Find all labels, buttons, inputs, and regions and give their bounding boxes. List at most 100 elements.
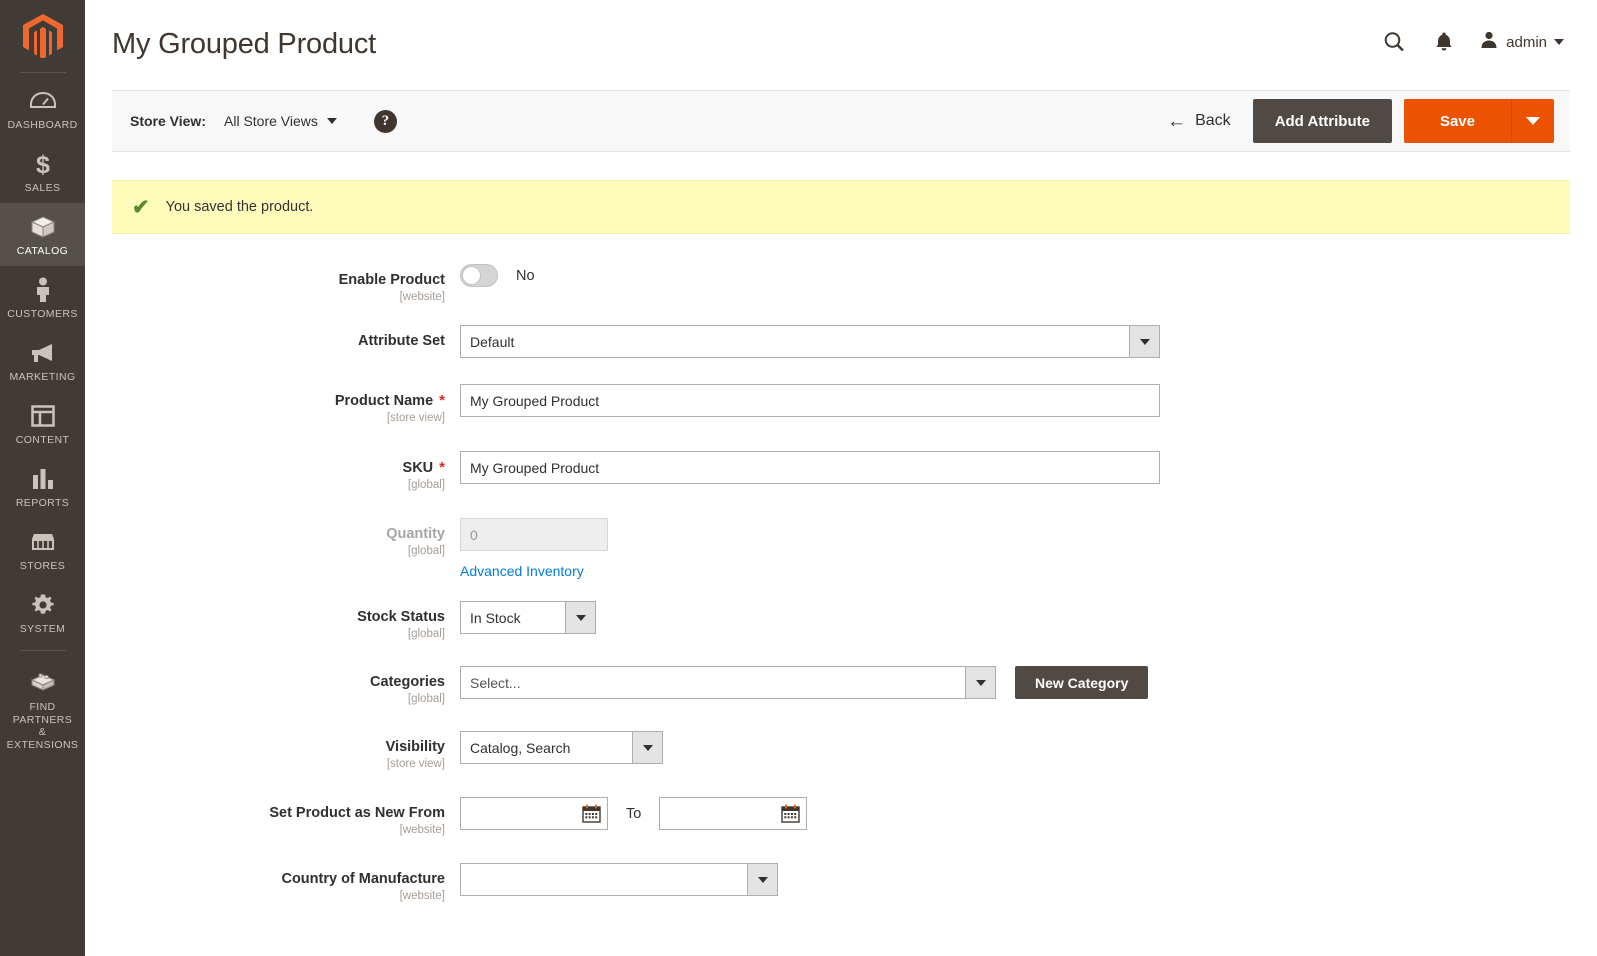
field-categories: Categories [global] Select... New Catego… bbox=[85, 666, 1597, 705]
sidebar-item-label-line2: & Extensions bbox=[2, 726, 83, 751]
svg-text:$: $ bbox=[36, 151, 50, 177]
enable-product-toggle-value: No bbox=[516, 268, 535, 284]
field-label-block: Visibility [store view] bbox=[85, 731, 460, 770]
chevron-down-icon bbox=[327, 118, 337, 124]
field-scope: [store view] bbox=[387, 412, 445, 424]
field-stock-status: Stock Status [global] In Stock bbox=[85, 601, 1597, 640]
sidebar-item-marketing[interactable]: Marketing bbox=[0, 329, 85, 392]
field-scope: [store view] bbox=[387, 758, 445, 770]
visibility-select[interactable]: Catalog, Search bbox=[460, 731, 663, 764]
layout-icon bbox=[31, 403, 55, 429]
categories-select[interactable]: Select... bbox=[460, 666, 996, 699]
chevron-down-icon[interactable] bbox=[1129, 326, 1159, 357]
sidebar-item-system[interactable]: System bbox=[0, 581, 85, 644]
page-title: My Grouped Product bbox=[112, 28, 376, 61]
field-label: Categories bbox=[370, 674, 445, 691]
header-actions: admin bbox=[1369, 22, 1570, 62]
calendar-icon[interactable] bbox=[582, 804, 601, 823]
field-control: To bbox=[460, 797, 807, 830]
check-icon: ✔ bbox=[132, 197, 150, 218]
help-icon[interactable]: ? bbox=[374, 110, 397, 133]
search-icon[interactable] bbox=[1369, 22, 1419, 62]
chevron-down-icon[interactable] bbox=[632, 732, 662, 763]
sidebar-divider-top bbox=[20, 72, 66, 73]
sidebar-item-label: Customers bbox=[7, 308, 78, 320]
chevron-down-icon[interactable] bbox=[565, 602, 595, 633]
sidebar-item-dashboard[interactable]: Dashboard bbox=[0, 77, 85, 140]
magento-logo[interactable] bbox=[0, 0, 85, 72]
chevron-down-icon[interactable] bbox=[747, 864, 777, 895]
product-form: Enable Product [website] No Attribute Se… bbox=[85, 234, 1597, 902]
field-set-product-as-new: Set Product as New From [website] bbox=[85, 797, 1597, 836]
chevron-down-icon[interactable] bbox=[965, 667, 995, 698]
main-sidebar: Dashboard $ Sales Catalog bbox=[0, 0, 85, 956]
advanced-inventory-link[interactable]: Advanced Inventory bbox=[460, 563, 584, 579]
field-label-block: SKU * [global] bbox=[85, 451, 460, 491]
sidebar-item-find-partners[interactable]: Find Partners & Extensions bbox=[0, 659, 85, 760]
sidebar-item-label: Catalog bbox=[17, 245, 68, 257]
required-asterisk: * bbox=[439, 459, 445, 476]
calendar-icon[interactable] bbox=[781, 804, 800, 823]
field-control bbox=[460, 451, 1160, 484]
toggle-knob bbox=[462, 266, 481, 285]
stock-status-select[interactable]: In Stock bbox=[460, 601, 596, 634]
field-control: Default bbox=[460, 325, 1160, 358]
quantity-input[interactable] bbox=[460, 518, 608, 551]
new-category-button[interactable]: New Category bbox=[1015, 666, 1148, 699]
new-from-date-field bbox=[460, 797, 608, 830]
box-icon bbox=[30, 214, 56, 240]
attribute-set-select[interactable]: Default bbox=[460, 325, 1160, 358]
new-to-date-field bbox=[659, 797, 807, 830]
admin-menu[interactable]: admin bbox=[1469, 30, 1570, 55]
field-scope: [global] bbox=[408, 545, 445, 557]
field-scope: [global] bbox=[408, 628, 445, 640]
save-options-button[interactable] bbox=[1512, 99, 1554, 143]
chevron-down-icon bbox=[1526, 117, 1540, 125]
sidebar-item-stores[interactable]: Stores bbox=[0, 518, 85, 581]
field-label-block: Attribute Set bbox=[85, 325, 460, 350]
sku-input[interactable] bbox=[460, 451, 1160, 484]
store-view-label: Store View: bbox=[130, 113, 206, 129]
field-label-block: Stock Status [global] bbox=[85, 601, 460, 640]
field-label: Attribute Set bbox=[358, 333, 445, 350]
field-scope: [website] bbox=[400, 824, 445, 836]
field-control bbox=[460, 863, 778, 896]
top-bar: My Grouped Product bbox=[85, 0, 1597, 90]
sidebar-item-label: System bbox=[20, 623, 66, 635]
sidebar-item-content[interactable]: Content bbox=[0, 392, 85, 455]
sidebar-item-label: Content bbox=[16, 434, 70, 446]
enable-product-toggle[interactable] bbox=[460, 264, 498, 287]
sidebar-item-reports[interactable]: Reports bbox=[0, 455, 85, 518]
magento-logo-icon bbox=[23, 14, 63, 58]
field-control: No bbox=[460, 264, 535, 287]
gear-icon bbox=[31, 592, 55, 618]
sidebar-item-sales[interactable]: $ Sales bbox=[0, 140, 85, 203]
megaphone-icon bbox=[30, 340, 56, 366]
sidebar-item-label: Marketing bbox=[9, 371, 75, 383]
admin-name-label: admin bbox=[1506, 34, 1547, 51]
admin-page: Dashboard $ Sales Catalog bbox=[0, 0, 1597, 956]
person-icon bbox=[34, 277, 52, 303]
save-button[interactable]: Save bbox=[1404, 99, 1512, 143]
sidebar-item-label: Stores bbox=[20, 560, 65, 572]
field-label: Enable Product bbox=[339, 272, 445, 289]
arrow-left-icon: ← bbox=[1167, 112, 1186, 131]
success-message: ✔ You saved the product. bbox=[112, 180, 1570, 234]
categories-value: Select... bbox=[461, 667, 965, 698]
bell-icon[interactable] bbox=[1419, 22, 1469, 62]
sidebar-item-customers[interactable]: Customers bbox=[0, 266, 85, 329]
add-attribute-button[interactable]: Add Attribute bbox=[1253, 99, 1392, 143]
dollar-icon: $ bbox=[33, 151, 53, 177]
sidebar-item-catalog[interactable]: Catalog bbox=[0, 203, 85, 266]
sidebar-item-label-line1: Find Partners bbox=[2, 701, 83, 726]
store-view-switcher[interactable]: All Store Views bbox=[224, 113, 337, 129]
storefront-icon bbox=[30, 529, 56, 555]
field-control: In Stock bbox=[460, 601, 596, 634]
field-label-block: Set Product as New From [website] bbox=[85, 797, 460, 836]
back-button[interactable]: ← Back bbox=[1167, 112, 1253, 131]
field-quantity: Quantity [global] Advanced Inventory bbox=[85, 518, 1597, 579]
country-of-manufacture-select[interactable] bbox=[460, 863, 778, 896]
field-control: Advanced Inventory bbox=[460, 518, 608, 579]
field-label-block: Categories [global] bbox=[85, 666, 460, 705]
product-name-input[interactable] bbox=[460, 384, 1160, 417]
